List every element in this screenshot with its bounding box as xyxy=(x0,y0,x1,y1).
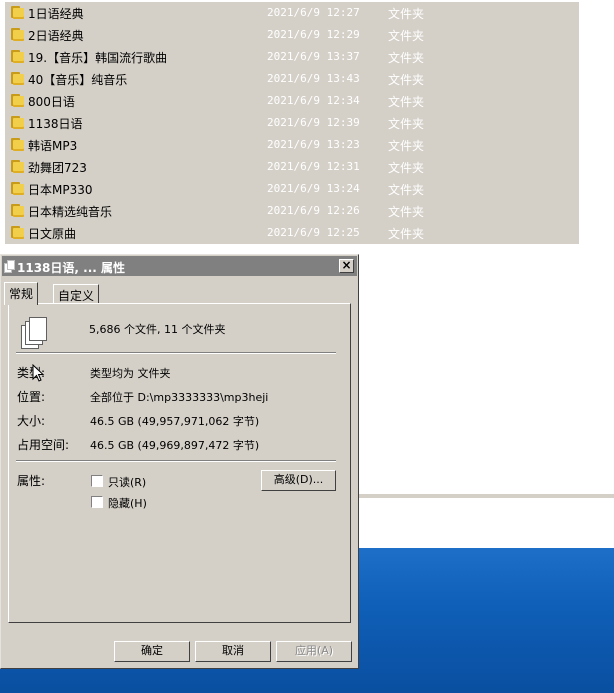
size-label: 大小: xyxy=(17,414,46,428)
folder-icon xyxy=(10,204,24,217)
file-name: 2日语经典 xyxy=(28,29,84,43)
hidden-checkbox[interactable] xyxy=(91,496,103,508)
file-name: 劲舞团723 xyxy=(28,161,87,175)
file-date: 2021/6/9 12:27 xyxy=(267,6,360,19)
file-name: 1138日语 xyxy=(28,117,83,131)
tab-custom[interactable]: 自定义 xyxy=(53,284,100,304)
location-label: 位置: xyxy=(17,390,46,404)
file-name: 1日语经典 xyxy=(28,7,84,21)
properties-dialog: 1138日语, ... 属性 × 常规 自定义 5,686 个文件, 11 个文… xyxy=(0,254,359,669)
file-name: 日本MP330 xyxy=(28,183,93,197)
file-name: 日文原曲 xyxy=(28,227,77,241)
file-name: 800日语 xyxy=(28,95,75,109)
location-value: 全部位于 D:\mp3333333\mp3heji xyxy=(90,391,269,404)
cancel-button[interactable]: 取消 xyxy=(195,641,271,662)
folder-icon xyxy=(10,116,24,129)
file-type: 文件夹 xyxy=(388,73,425,87)
divider xyxy=(16,460,336,462)
list-item[interactable]: 40【音乐】纯音乐 2021/6/9 13:43 文件夹 xyxy=(5,68,579,90)
folder-icon xyxy=(10,94,24,107)
hidden-label[interactable]: 隐藏(H) xyxy=(108,495,147,511)
folder-icon xyxy=(10,72,24,85)
list-item[interactable]: 19.【音乐】韩国流行歌曲 2021/6/9 13:37 文件夹 xyxy=(5,46,579,68)
dialog-title: 1138日语, ... 属性 xyxy=(17,261,125,275)
advanced-button[interactable]: 高级(D)... xyxy=(261,470,336,491)
file-date: 2021/6/9 12:25 xyxy=(267,226,360,239)
file-date: 2021/6/9 12:31 xyxy=(267,160,360,173)
general-panel xyxy=(8,303,351,623)
folder-icon xyxy=(10,50,24,63)
file-type: 文件夹 xyxy=(388,183,425,197)
file-date: 2021/6/9 12:34 xyxy=(267,94,360,107)
file-date: 2021/6/9 12:29 xyxy=(267,28,360,41)
multiple-files-icon xyxy=(21,317,47,349)
file-date: 2021/6/9 13:23 xyxy=(267,138,360,151)
folder-icon xyxy=(10,6,24,19)
file-type: 文件夹 xyxy=(388,161,425,175)
file-list[interactable]: 1日语经典 2021/6/9 12:27 文件夹 2日语经典 2021/6/9 … xyxy=(5,2,579,244)
file-name: 韩语MP3 xyxy=(28,139,78,153)
file-type: 文件夹 xyxy=(388,139,425,153)
files-icon xyxy=(4,260,15,273)
list-item[interactable]: 2日语经典 2021/6/9 12:29 文件夹 xyxy=(5,24,579,46)
readonly-checkbox[interactable] xyxy=(91,475,103,487)
ok-button[interactable]: 确定 xyxy=(114,641,190,662)
file-type: 文件夹 xyxy=(388,29,425,43)
folder-icon xyxy=(10,138,24,151)
list-item[interactable]: 日本精选纯音乐 2021/6/9 12:26 文件夹 xyxy=(5,200,579,222)
list-item[interactable]: 劲舞团723 2021/6/9 12:31 文件夹 xyxy=(5,156,579,178)
file-date: 2021/6/9 13:24 xyxy=(267,182,360,195)
disk-size-label: 占用空间: xyxy=(17,438,70,452)
list-item[interactable]: 日文原曲 2021/6/9 12:25 文件夹 xyxy=(5,222,579,244)
selection-summary: 5,686 个文件, 11 个文件夹 xyxy=(89,323,226,336)
size-value: 46.5 GB (49,957,971,062 字节) xyxy=(90,415,260,428)
file-name: 日本精选纯音乐 xyxy=(28,205,113,219)
list-item[interactable]: 1138日语 2021/6/9 12:39 文件夹 xyxy=(5,112,579,134)
disk-size-value: 46.5 GB (49,969,897,472 字节) xyxy=(90,439,260,452)
file-date: 2021/6/9 12:39 xyxy=(267,116,360,129)
file-type: 文件夹 xyxy=(388,227,425,241)
folder-icon xyxy=(10,226,24,239)
file-type: 文件夹 xyxy=(388,51,425,65)
list-item[interactable]: 韩语MP3 2021/6/9 13:23 文件夹 xyxy=(5,134,579,156)
list-item[interactable]: 800日语 2021/6/9 12:34 文件夹 xyxy=(5,90,579,112)
file-type: 文件夹 xyxy=(388,95,425,109)
apply-button[interactable]: 应用(A) xyxy=(276,641,352,662)
file-name: 19.【音乐】韩国流行歌曲 xyxy=(28,51,168,65)
file-name: 40【音乐】纯音乐 xyxy=(28,73,128,87)
file-date: 2021/6/9 13:37 xyxy=(267,50,360,63)
mouse-cursor-icon xyxy=(32,364,45,382)
type-value: 类型均为 文件夹 xyxy=(90,367,171,380)
file-date: 2021/6/9 13:43 xyxy=(267,72,360,85)
attributes-label: 属性: xyxy=(17,474,46,488)
list-item[interactable]: 日本MP330 2021/6/9 13:24 文件夹 xyxy=(5,178,579,200)
divider xyxy=(16,352,336,354)
folder-icon xyxy=(10,28,24,41)
dialog-titlebar[interactable]: 1138日语, ... 属性 × xyxy=(2,256,357,276)
file-date: 2021/6/9 12:26 xyxy=(267,204,360,217)
file-type: 文件夹 xyxy=(388,7,425,21)
folder-icon xyxy=(10,160,24,173)
file-type: 文件夹 xyxy=(388,117,425,131)
folder-icon xyxy=(10,182,24,195)
file-type: 文件夹 xyxy=(388,205,425,219)
list-item[interactable]: 1日语经典 2021/6/9 12:27 文件夹 xyxy=(5,2,579,24)
readonly-label[interactable]: 只读(R) xyxy=(108,474,146,490)
close-button[interactable]: × xyxy=(339,259,354,273)
tab-general[interactable]: 常规 xyxy=(4,282,39,305)
